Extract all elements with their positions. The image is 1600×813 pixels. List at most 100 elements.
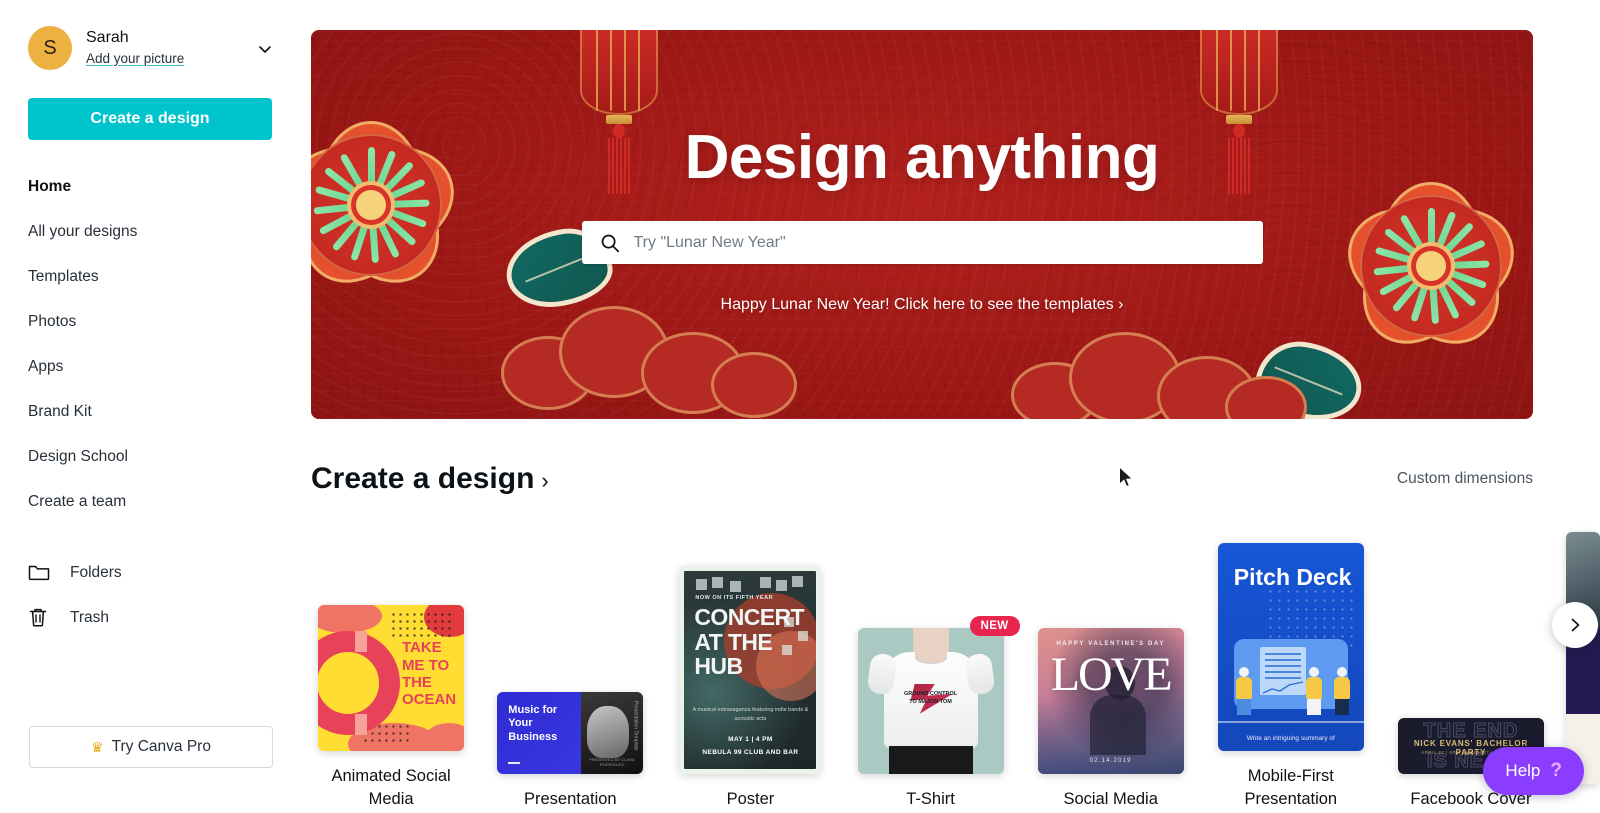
nav-divider-spacer [0, 524, 300, 550]
design-type-carousel: TAKE ME TO THE OCEAN Animated Social Med… [311, 510, 1600, 810]
crown-icon: ♛ [91, 738, 104, 755]
question-mark-icon: ? [1550, 760, 1562, 781]
sidebar-item-design-school[interactable]: Design School [0, 434, 300, 479]
custom-dimensions-link[interactable]: Custom dimensions [1397, 470, 1533, 488]
sidebar-item-label: Home [28, 177, 72, 195]
hero-title: Design anything [684, 123, 1160, 192]
life-ring-graphic [318, 631, 401, 736]
search-bar[interactable] [581, 221, 1263, 264]
dot-pattern [390, 611, 453, 642]
sidebar-item-label: All your designs [28, 222, 138, 240]
card-label: Presentation [523, 789, 617, 808]
card-art-title: CONCERT AT THE HUB [694, 603, 804, 680]
sidebar-item-label: Brand Kit [28, 402, 92, 420]
search-icon [600, 233, 620, 253]
card-thumbnail: Music for Your Business Presentation Tem… [497, 691, 644, 774]
card-art-kicker: NOW ON ITS FIFTH YEAR [695, 594, 774, 601]
card-art-date: 02.14.2019 [1089, 757, 1132, 764]
sidebar-item-brand-kit[interactable]: Brand Kit [0, 389, 300, 434]
card-label: T-Shirt [906, 789, 955, 808]
sidebar-item-home[interactable]: Home [0, 164, 300, 209]
profile-name: Sarah [86, 29, 129, 47]
chart-line-graphic [1262, 681, 1303, 695]
card-art-vertical-text: Presentation Template [632, 700, 639, 751]
try-canva-pro-label: Try Canva Pro [111, 738, 211, 755]
card-thumbnail: TAKE ME TO THE OCEAN [318, 605, 465, 752]
card-art-description: A musical extravaganza featuring indie b… [692, 707, 809, 723]
profile-section[interactable]: S Sarah Add your picture [0, 0, 300, 70]
presentation-left-panel: Music for Your Business [497, 691, 581, 774]
sidebar-item-label: Photos [28, 312, 77, 330]
card-art-credit: PRESENTED BY CLARA RODRIGUEZ [589, 756, 635, 767]
avatar: S [28, 26, 72, 70]
help-label: Help [1505, 761, 1541, 780]
card-thumbnail: Pitch Deck Write an intriguing summary o… [1217, 543, 1364, 752]
main-content: Design anything Happy Lunar New Year! Cl… [300, 0, 1600, 813]
card-thumbnail: NOW ON ITS FIFTH YEAR CONCERT AT THE HUB… [679, 565, 822, 774]
presentation-right-panel: Presentation Template PRESENTED BY CLARA… [580, 691, 644, 774]
art-line-1: TAKE [401, 639, 442, 657]
sidebar-item-label: Folders [70, 563, 122, 581]
lunar-new-year-promo-link[interactable]: Happy Lunar New Year! Click here to see … [721, 296, 1124, 314]
sidebar: S Sarah Add your picture Create a design… [0, 0, 300, 813]
card-art-where: NEBULA 99 CLUB AND BAR [702, 748, 799, 756]
status-badge: NEW [969, 615, 1020, 636]
design-card-mobile-first-presentation[interactable]: Pitch Deck Write an intriguing summary o… [1206, 543, 1376, 810]
person-figure-1 [1235, 667, 1252, 716]
help-button[interactable]: Help ? [1483, 747, 1584, 795]
sidebar-item-label: Apps [28, 357, 64, 375]
add-picture-link[interactable]: Add your picture [86, 51, 184, 67]
card-art-caption: Write an intriguing summary of [1246, 735, 1335, 743]
sidebar-nav: Home All your designs Templates Photos A… [0, 164, 300, 640]
canva-home-page: S Sarah Add your picture Create a design… [0, 0, 1600, 813]
sidebar-item-photos[interactable]: Photos [0, 299, 300, 344]
art-line-3: THE [401, 673, 432, 691]
design-card-social-media[interactable]: HAPPY VALENTINE'S DAY LOVE 02.14.2019 So… [1026, 627, 1196, 810]
card-art-text: TAKE ME TO THE OCEAN [402, 639, 456, 707]
card-label: Poster [726, 789, 775, 808]
sidebar-item-all-your-designs[interactable]: All your designs [0, 209, 300, 254]
try-canva-pro-button[interactable]: ♛ Try Canva Pro [29, 726, 273, 768]
sidebar-item-label: Templates [28, 267, 99, 285]
create-a-design-section-header: Create a design › Custom dimensions [311, 455, 1533, 503]
trash-icon [28, 607, 54, 629]
design-card-partial-next[interactable] [1565, 532, 1600, 784]
chevron-down-icon[interactable] [258, 42, 272, 56]
chevron-right-icon: › [541, 468, 549, 493]
design-card-animated-social-media[interactable]: TAKE ME TO THE OCEAN Animated Social Med… [311, 605, 471, 810]
carousel-next-button[interactable] [1552, 602, 1598, 648]
sidebar-item-templates[interactable]: Templates [0, 254, 300, 299]
person-figure-2 [1305, 667, 1322, 716]
create-a-design-button[interactable]: Create a design [28, 98, 272, 140]
sidebar-item-apps[interactable]: Apps [0, 344, 300, 389]
sidebar-item-trash[interactable]: Trash [0, 595, 300, 640]
sidebar-item-label: Create a team [28, 492, 127, 510]
card-art-word: LOVE [1038, 650, 1184, 698]
card-thumbnail [1565, 532, 1600, 784]
card-label: Social Media [1063, 789, 1158, 808]
sidebar-item-folders[interactable]: Folders [0, 550, 300, 595]
design-card-t-shirt[interactable]: NEW GROUND CONTROL TO MAJOR TOM T-Shirt [845, 615, 1020, 810]
card-art-when: MAY 1 | 4 PM [728, 735, 773, 743]
folder-icon [28, 562, 54, 584]
section-title-text: Create a design [311, 462, 535, 495]
sidebar-item-label: Design School [28, 447, 128, 465]
card-art-print: GROUND CONTROL TO MAJOR TOM [903, 690, 958, 705]
chevron-right-icon [1571, 618, 1580, 632]
sidebar-item-create-a-team[interactable]: Create a team [0, 479, 300, 524]
design-card-poster[interactable]: NOW ON ITS FIFTH YEAR CONCERT AT THE HUB… [665, 565, 835, 810]
art-line-2: ME TO [401, 656, 450, 674]
section-title[interactable]: Create a design › [311, 462, 549, 496]
profile-text: Sarah Add your picture [86, 28, 184, 67]
hero-content: Design anything Happy Lunar New Year! Cl… [311, 30, 1533, 419]
card-label: Animated Social Media [331, 767, 451, 808]
hero-banner[interactable]: Design anything Happy Lunar New Year! Cl… [311, 30, 1533, 419]
design-card-presentation[interactable]: Music for Your Business Presentation Tem… [485, 691, 655, 810]
person-figure-3 [1333, 667, 1350, 716]
card-thumbnail: HAPPY VALENTINE'S DAY LOVE 02.14.2019 [1037, 627, 1184, 774]
search-input[interactable] [633, 221, 1263, 264]
art-line-4: OCEAN [401, 690, 457, 708]
card-art-heading: Music for Your Business [508, 703, 558, 744]
sidebar-item-label: Trash [70, 608, 110, 626]
card-thumbnail: GROUND CONTROL TO MAJOR TOM [857, 627, 1004, 774]
